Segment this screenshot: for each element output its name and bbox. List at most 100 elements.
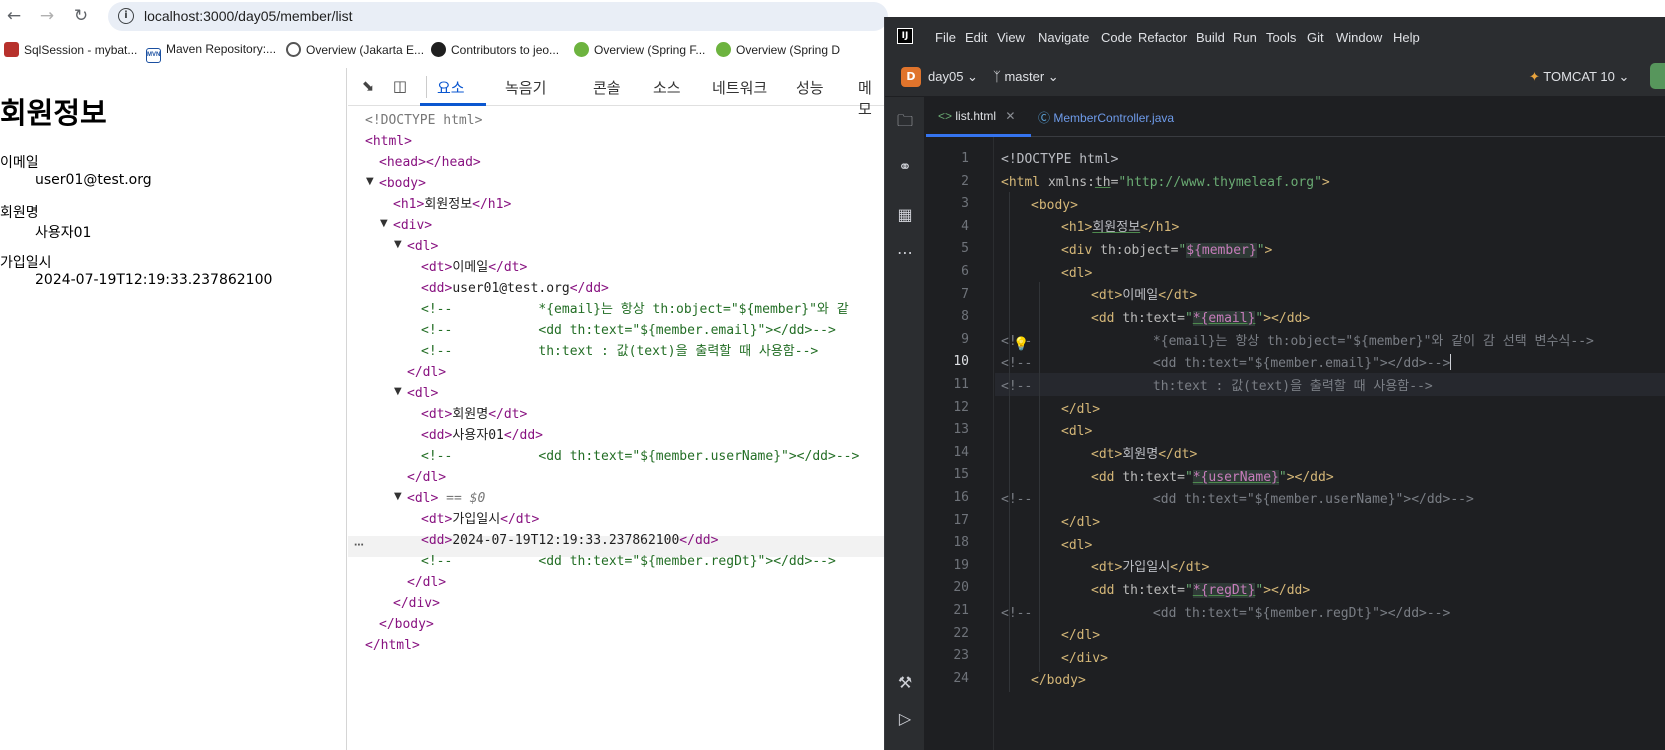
structure-icon[interactable]: ▦ <box>895 205 915 225</box>
intellij-logo-icon[interactable]: IJ <box>897 28 913 44</box>
tab-elements[interactable]: 요소 <box>437 77 465 98</box>
line-number[interactable]: 1 <box>929 151 969 166</box>
dom-node[interactable]: <head></head> <box>379 152 481 173</box>
code-line[interactable]: <!-- th:text : 값(text)을 출력할 때 사용함--> <box>1001 375 1433 398</box>
site-info-icon[interactable]: i <box>118 8 134 24</box>
menu-git[interactable]: Git <box>1307 30 1324 45</box>
reload-icon[interactable]: ↻ <box>70 5 92 27</box>
device-toolbar-icon[interactable]: ◫ <box>390 76 410 96</box>
dom-node[interactable]: <dl> <box>407 236 438 257</box>
menu-help[interactable]: Help <box>1393 30 1420 45</box>
line-number[interactable]: 5 <box>929 241 969 256</box>
menu-view[interactable]: View <box>997 30 1025 45</box>
line-number[interactable]: 12 <box>929 400 969 415</box>
line-number[interactable]: 11 <box>929 377 969 392</box>
tab-list-html[interactable]: <> list.html ✕ <box>938 109 1015 123</box>
services-icon[interactable]: ▷ <box>895 709 915 729</box>
dom-node[interactable]: <dt>가입일시</dt> <box>421 509 539 530</box>
bookmark-item[interactable]: Overview (Spring D <box>716 42 840 60</box>
run-button[interactable] <box>1650 63 1665 89</box>
line-number[interactable]: 2 <box>929 174 969 189</box>
code-line[interactable]: <dt>이메일</dt> <box>1091 284 1197 307</box>
code-line[interactable]: <dl> <box>1061 420 1092 443</box>
dom-node[interactable]: </dl> <box>407 572 446 593</box>
project-selector[interactable]: day05 ⌄ <box>928 69 978 85</box>
forward-arrow-icon[interactable]: → <box>36 5 58 27</box>
branch-selector[interactable]: ᛉ master ⌄ <box>993 69 1059 85</box>
code-line[interactable]: <dd th:text="*{email}"></dd> <box>1091 307 1310 330</box>
address-bar[interactable]: i localhost:3000/day05/member/list <box>108 2 888 31</box>
line-number[interactable]: 8 <box>929 309 969 324</box>
dom-comment[interactable]: <!-- th:text : 값(text)을 출력할 때 사용함--> <box>421 341 818 362</box>
dom-comment[interactable]: <!-- <dd th:text="${member.userName}"></… <box>421 446 859 467</box>
dom-node-selected[interactable]: <dl> == $0 <box>407 488 485 509</box>
dom-node[interactable]: <dt>이메일</dt> <box>421 257 527 278</box>
dom-node[interactable]: <dt>회원명</dt> <box>421 404 527 425</box>
dom-node[interactable]: <dd>사용자01</dd> <box>421 425 543 446</box>
code-line[interactable]: <!-- <dd th:text="${member.regDt}"></dd>… <box>1001 602 1450 625</box>
code-line[interactable]: <h1>회원정보</h1> <box>1061 216 1179 239</box>
line-number[interactable]: 6 <box>929 264 969 279</box>
code-line[interactable]: <div th:object="${member}"> <box>1061 239 1272 262</box>
menu-code[interactable]: Code <box>1101 30 1132 45</box>
code-line[interactable]: <!-- <dd th:text="${member.email}"></dd>… <box>1001 352 1452 375</box>
close-icon[interactable]: ✕ <box>1005 109 1015 123</box>
inspect-element-icon[interactable]: ⬊ <box>358 76 378 96</box>
line-number[interactable]: 7 <box>929 287 969 302</box>
menu-window[interactable]: Window <box>1336 30 1382 45</box>
expand-triangle-icon[interactable]: ▼ <box>366 176 374 187</box>
bookmark-item[interactable]: Overview (Spring F... <box>574 42 705 60</box>
tab-console[interactable]: 콘솔 <box>593 77 621 98</box>
project-badge[interactable]: D <box>901 67 921 87</box>
code-line[interactable]: <dt>회원명</dt> <box>1091 443 1197 466</box>
expand-triangle-icon[interactable]: ▼ <box>380 218 388 229</box>
line-number[interactable]: 19 <box>929 558 969 573</box>
code-line[interactable]: </dl> <box>1061 398 1100 421</box>
dom-comment[interactable]: <!-- *{email}는 항상 th:object="${member}"와… <box>421 299 849 320</box>
menu-build[interactable]: Build <box>1196 30 1225 45</box>
dom-node[interactable]: <dl> <box>407 383 438 404</box>
line-number[interactable]: 16 <box>929 490 969 505</box>
dom-node[interactable]: <h1>회원정보</h1> <box>393 194 511 215</box>
dom-node[interactable]: </div> <box>393 593 440 614</box>
line-number[interactable]: 13 <box>929 422 969 437</box>
dom-node[interactable]: <dd>user01@test.org</dd> <box>421 278 609 299</box>
expand-triangle-icon[interactable]: ▼ <box>394 239 402 250</box>
dom-node[interactable]: </dl> <box>407 467 446 488</box>
line-number[interactable]: 3 <box>929 196 969 211</box>
tab-network[interactable]: 네트워크 <box>712 77 767 98</box>
line-number[interactable]: 23 <box>929 648 969 663</box>
code-line[interactable]: <dl> <box>1061 534 1092 557</box>
menu-tools[interactable]: Tools <box>1266 30 1296 45</box>
code-line[interactable]: </div> <box>1061 647 1108 670</box>
commit-icon[interactable]: ⚭ <box>895 157 915 177</box>
bookmark-item[interactable]: MVN Maven Repository:... <box>146 42 276 63</box>
line-number[interactable]: 15 <box>929 467 969 482</box>
line-number[interactable]: 20 <box>929 580 969 595</box>
line-number[interactable]: 21 <box>929 603 969 618</box>
url-text[interactable]: localhost:3000/day05/member/list <box>144 8 353 24</box>
tab-member-controller[interactable]: Ⓒ MemberController.java <box>1038 109 1174 126</box>
dom-node[interactable]: </body> <box>379 614 434 635</box>
line-number[interactable]: 10 <box>929 354 969 369</box>
run-config-selector[interactable]: ✦ TOMCAT 10 ⌄ <box>1529 69 1629 85</box>
tab-performance[interactable]: 성능 <box>796 77 824 98</box>
code-line[interactable]: <dd th:text="*{regDt}"></dd> <box>1091 579 1310 602</box>
tab-sources[interactable]: 소스 <box>653 77 681 98</box>
code-line[interactable]: </dl> <box>1061 511 1100 534</box>
code-line[interactable]: <!-- 💡 *{email}는 항상 th:object="${member}"… <box>1001 330 1594 353</box>
dom-comment[interactable]: <!-- <dd th:text="${member.email}"></dd>… <box>421 320 836 341</box>
expand-triangle-icon[interactable]: ▼ <box>394 491 402 502</box>
code-line[interactable]: <!-- <dd th:text="${member.userName}"></… <box>1001 488 1474 511</box>
dom-comment[interactable]: <!-- <dd th:text="${member.regDt}"></dd>… <box>421 551 836 572</box>
menu-run[interactable]: Run <box>1233 30 1257 45</box>
dom-node[interactable]: </html> <box>365 635 420 656</box>
line-number[interactable]: 9 <box>929 332 969 347</box>
dom-node[interactable]: <html> <box>365 131 412 152</box>
tab-memory[interactable]: 메모 <box>858 77 884 119</box>
bookmark-item[interactable]: Contributors to jeo... <box>431 42 559 60</box>
code-line[interactable]: <html xmlns:th="http://www.thymeleaf.org… <box>1001 171 1330 194</box>
code-line[interactable]: </dl> <box>1061 624 1100 647</box>
dom-node[interactable]: <dd>2024-07-19T12:19:33.237862100</dd> <box>421 530 718 551</box>
menu-navigate[interactable]: Navigate <box>1038 30 1089 45</box>
